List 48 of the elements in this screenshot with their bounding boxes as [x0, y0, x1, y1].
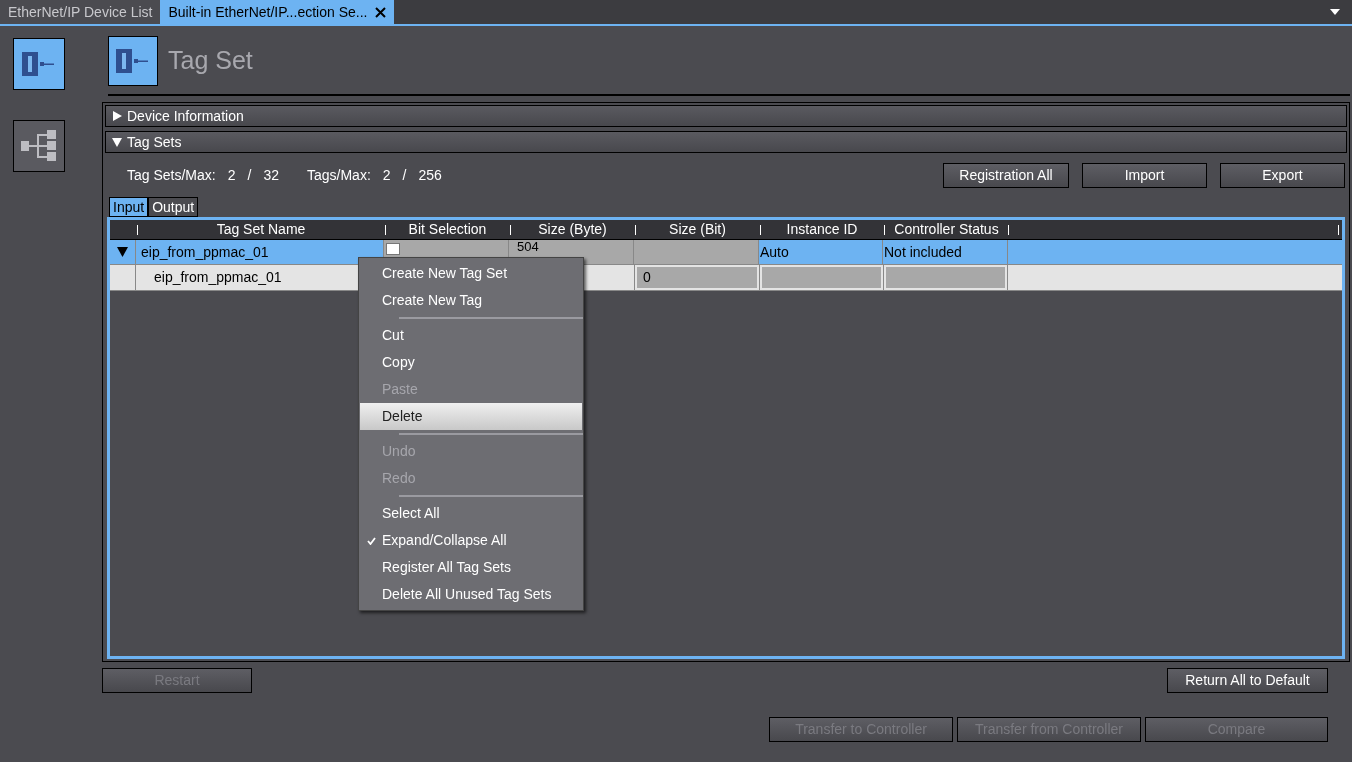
button[interactable]: Registration All: [943, 162, 1069, 188]
stat-value: 32: [263, 165, 279, 185]
menu-item[interactable]: Select All: [360, 500, 582, 527]
menu-item[interactable]: Copy: [360, 349, 582, 376]
menu-item[interactable]: Create New Tag: [360, 287, 582, 314]
column-header[interactable]: Size (Byte): [511, 219, 634, 240]
tab[interactable]: Output: [148, 197, 199, 217]
stat-value: 256: [418, 165, 442, 185]
page-title: Tag Set: [168, 45, 253, 77]
menu-item[interactable]: Delete All Unused Tag Sets: [360, 581, 582, 608]
tab[interactable]: Input: [109, 197, 149, 217]
column-header[interactable]: Controller Status: [885, 219, 1008, 240]
section-header[interactable]: Tag Sets: [105, 131, 1347, 153]
sidebar-item[interactable]: [13, 38, 65, 90]
checkmark-icon: [366, 536, 376, 545]
tab[interactable]: EtherNet/IP Device List: [0, 0, 161, 24]
table-cell-text: eip_from_ppmac_01: [153, 268, 283, 287]
table-cell: Not included: [883, 240, 1008, 264]
menu-item[interactable]: Expand/Collapse All: [360, 527, 582, 554]
menu-item[interactable]: Cut: [360, 322, 582, 349]
dropdown-icon[interactable]: [1330, 9, 1340, 15]
column-header[interactable]: Tag Set Name: [138, 219, 384, 240]
stat-separator: /: [402, 165, 407, 185]
stat-label: Tag Sets/Max:: [127, 165, 216, 185]
stat-value: 2: [382, 165, 391, 185]
table-cell: 0: [637, 267, 757, 288]
column-header[interactable]: Bit Selection: [386, 219, 509, 240]
table-cell: Auto: [759, 240, 883, 264]
stat-separator: /: [247, 165, 252, 185]
close-icon[interactable]: [375, 6, 387, 18]
table-row[interactable]: eip_from_ppmac_01 504 Auto Not included: [110, 240, 1342, 265]
menu-item[interactable]: Delete: [360, 403, 582, 430]
stat-label: Tags/Max:: [306, 165, 371, 185]
collapsed-triangle-icon: [112, 111, 122, 121]
button[interactable]: Import: [1082, 162, 1207, 188]
button[interactable]: Return All to Default: [1167, 668, 1328, 693]
expanded-triangle-icon[interactable]: [117, 247, 128, 257]
sidebar-item[interactable]: [13, 120, 65, 172]
tab[interactable]: Built-in EtherNet/IP...ection Se...: [160, 0, 395, 24]
column-header[interactable]: Size (Bit): [636, 219, 759, 240]
checkbox[interactable]: [386, 243, 400, 255]
stat-value: 2: [227, 165, 236, 185]
button[interactable]: Export: [1220, 162, 1345, 188]
column-header[interactable]: Instance ID: [761, 219, 883, 240]
expanded-triangle-icon: [112, 137, 122, 147]
menu-item[interactable]: Register All Tag Sets: [360, 554, 582, 581]
network-tree-icon: [19, 129, 59, 163]
section-header[interactable]: Device Information: [105, 105, 1347, 127]
